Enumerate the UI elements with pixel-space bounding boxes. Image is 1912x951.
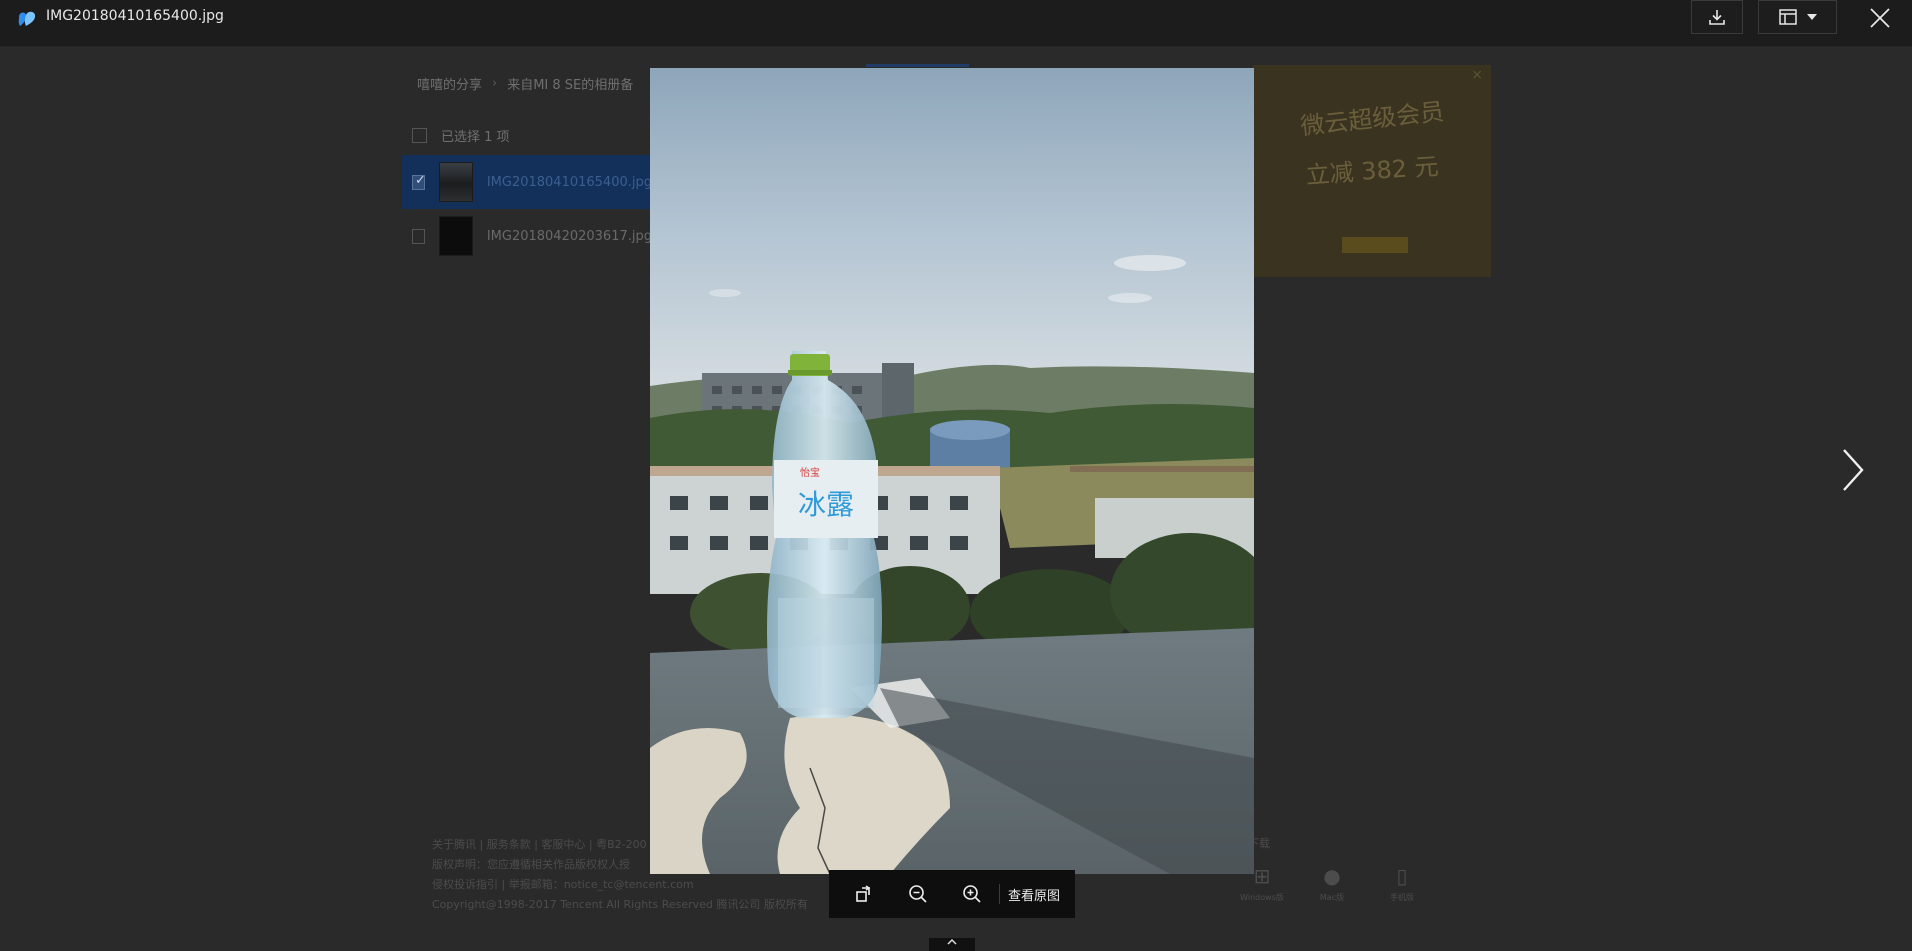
download-icon xyxy=(1709,10,1725,25)
layout-icon xyxy=(1778,9,1797,25)
selection-count-label: 已选择 1 项 xyxy=(441,130,510,145)
platform-mac: ● Mac版 xyxy=(1310,864,1354,903)
select-all-row: 已选择 1 项 xyxy=(412,126,510,145)
ad-title: 微云超级会员 xyxy=(1299,97,1446,141)
layout-menu-button[interactable] xyxy=(1758,0,1837,34)
zoom-out-icon xyxy=(909,885,927,903)
chevron-right-icon xyxy=(1843,449,1864,491)
breadcrumb-separator-icon: › xyxy=(492,76,498,91)
zoom-in-button[interactable] xyxy=(953,870,991,918)
close-button[interactable] xyxy=(1866,4,1894,32)
chevron-up-icon xyxy=(947,938,957,945)
breadcrumb-item-share: 嘻嘻的分享 xyxy=(417,78,483,93)
file-checkbox-checked xyxy=(412,173,426,190)
file-name: IMG20180410165400.jpg xyxy=(486,174,652,190)
rotate-icon xyxy=(856,885,871,902)
file-thumbnail xyxy=(438,162,473,202)
download-button[interactable] xyxy=(1691,0,1743,34)
next-image-button[interactable] xyxy=(1838,446,1868,494)
close-icon xyxy=(1870,8,1890,28)
toolbar-divider xyxy=(999,884,1000,904)
phone-icon: ▯ xyxy=(1396,864,1408,888)
platform-label: Windows版 xyxy=(1240,893,1284,902)
rotate-button[interactable] xyxy=(845,870,883,918)
photo-image: 冰露 怡宝 xyxy=(650,68,1254,874)
bottle-label-text: 冰露 xyxy=(798,488,854,521)
file-row: IMG20180420203617.jpg xyxy=(402,209,652,263)
zoom-out-button[interactable] xyxy=(899,870,937,918)
ad-button xyxy=(1342,237,1408,253)
background-tab-indicator xyxy=(866,64,969,67)
image-toolbar: 查看原图 xyxy=(829,870,1075,918)
file-title: IMG20180410165400.jpg xyxy=(46,8,224,24)
ad-banner: × 微云超级会员 立减 382 元 xyxy=(1253,65,1491,277)
file-name: IMG20180420203617.jpg xyxy=(486,228,652,244)
platform-downloads: ⊞ Windows版 ● Mac版 ▯ 手机版 xyxy=(1240,864,1424,903)
bottle-brand-text: 怡宝 xyxy=(800,466,820,479)
photo-preview[interactable]: 冰露 怡宝 xyxy=(650,68,1254,874)
ad-subtitle: 立减 382 元 xyxy=(1304,152,1440,190)
weiyun-logo-icon xyxy=(18,11,36,26)
viewer-title-bar: IMG20180410165400.jpg xyxy=(0,0,1912,47)
breadcrumb: 嘻嘻的分享 › 来自MI 8 SE的相册备 xyxy=(417,74,633,93)
select-all-checkbox xyxy=(412,128,427,143)
apple-icon: ● xyxy=(1323,864,1341,888)
chevron-down-icon xyxy=(1806,14,1817,20)
zoom-in-icon xyxy=(963,885,981,903)
file-checkbox xyxy=(412,228,425,244)
platform-label: Mac版 xyxy=(1319,893,1345,902)
platform-mobile: ▯ 手机版 xyxy=(1380,864,1424,903)
breadcrumb-item-album: 来自MI 8 SE的相册备 xyxy=(507,78,634,93)
file-row: IMG20180410165400.jpg xyxy=(402,155,652,209)
view-original-button[interactable]: 查看原图 xyxy=(1008,885,1060,904)
file-thumbnail xyxy=(438,216,473,256)
thumbnail-strip-toggle[interactable] xyxy=(929,938,975,951)
ad-close-icon: × xyxy=(1471,67,1483,83)
platform-label: 手机版 xyxy=(1390,893,1414,902)
